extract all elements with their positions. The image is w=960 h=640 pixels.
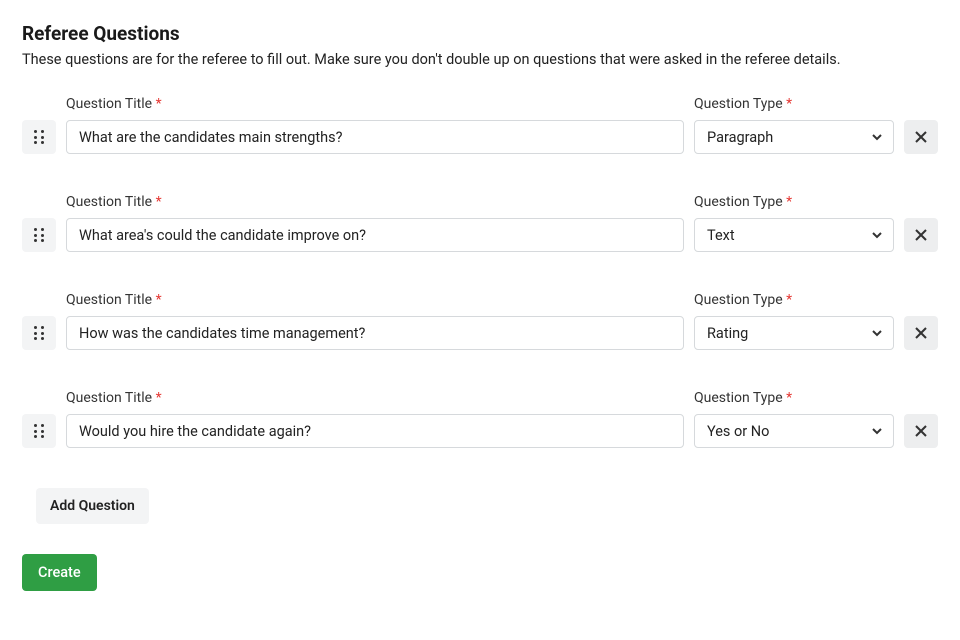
question-type-label: Question Type * xyxy=(694,194,894,210)
question-title-label: Question Title * xyxy=(66,390,684,406)
question-type-label: Question Type * xyxy=(694,390,894,406)
question-type-select[interactable]: ParagraphTextRatingYes or No xyxy=(694,414,894,448)
question-title-input[interactable] xyxy=(66,120,684,154)
drag-handle-icon[interactable] xyxy=(22,414,56,448)
question-row: Question Title * Question Type * Paragraph… xyxy=(22,390,938,448)
question-type-select[interactable]: ParagraphTextRatingYes or No xyxy=(694,316,894,350)
question-type-select[interactable]: ParagraphTextRatingYes or No xyxy=(694,218,894,252)
question-title-input[interactable] xyxy=(66,316,684,350)
question-type-label: Question Type * xyxy=(694,292,894,308)
drag-handle-icon[interactable] xyxy=(22,120,56,154)
drag-handle-icon[interactable] xyxy=(22,218,56,252)
close-icon xyxy=(915,131,927,143)
delete-question-button[interactable] xyxy=(904,316,938,350)
question-title-input[interactable] xyxy=(66,414,684,448)
add-question-button[interactable]: Add Question xyxy=(36,488,149,524)
question-title-label: Question Title * xyxy=(66,292,684,308)
delete-question-button[interactable] xyxy=(904,120,938,154)
close-icon xyxy=(915,425,927,437)
question-title-label: Question Title * xyxy=(66,96,684,112)
question-row: Question Title * Question Type * Paragraph… xyxy=(22,292,938,350)
create-button[interactable]: Create xyxy=(22,554,97,591)
close-icon xyxy=(915,327,927,339)
question-row: Question Title * Question Type * Paragraph… xyxy=(22,96,938,154)
page-subtitle: These questions are for the referee to f… xyxy=(22,51,938,68)
question-type-select[interactable]: ParagraphTextRatingYes or No xyxy=(694,120,894,154)
question-title-input[interactable] xyxy=(66,218,684,252)
delete-question-button[interactable] xyxy=(904,218,938,252)
close-icon xyxy=(915,229,927,241)
drag-handle-icon[interactable] xyxy=(22,316,56,350)
question-row: Question Title * Question Type * Paragraph… xyxy=(22,194,938,252)
delete-question-button[interactable] xyxy=(904,414,938,448)
question-title-label: Question Title * xyxy=(66,194,684,210)
page-title: Referee Questions xyxy=(22,22,938,45)
question-type-label: Question Type * xyxy=(694,96,894,112)
